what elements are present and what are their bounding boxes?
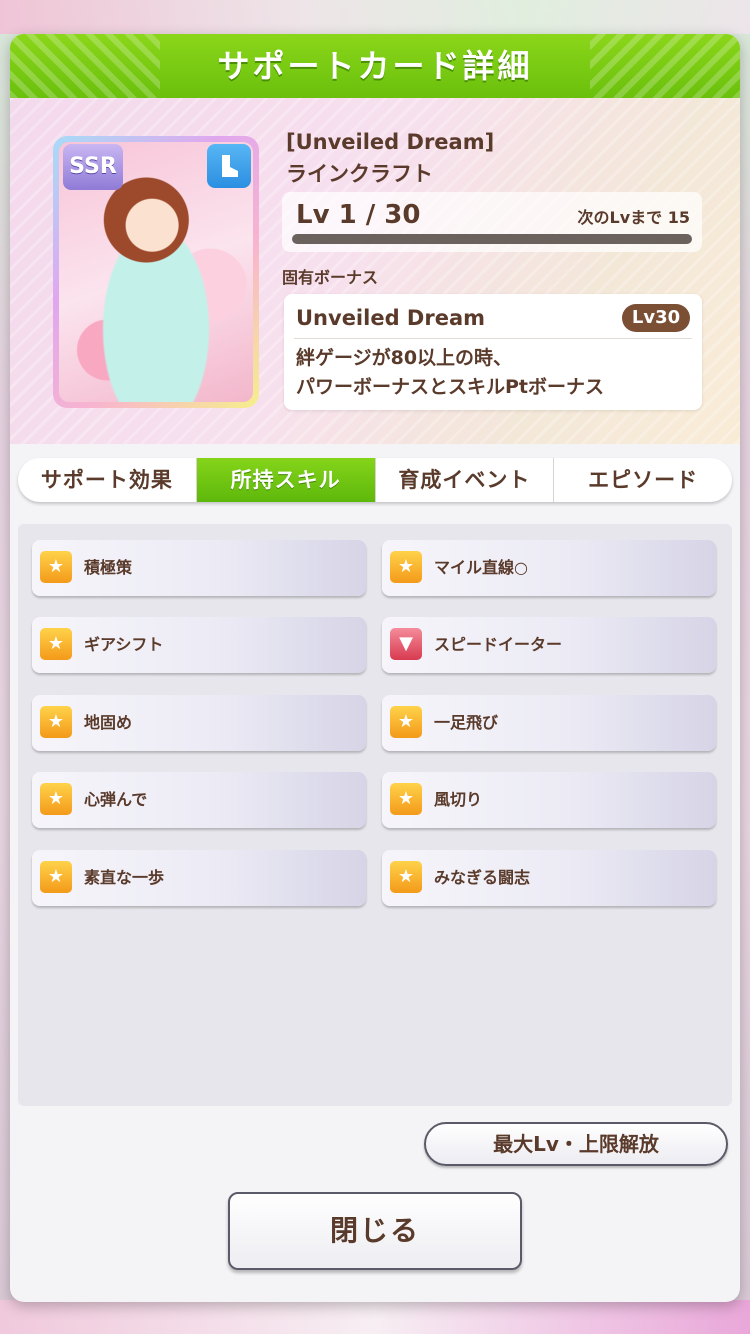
background-screen-bottom: [0, 1300, 750, 1334]
gold-skill-icon: ★: [40, 783, 72, 815]
red-debuff-skill-icon: ▼: [390, 628, 422, 660]
gold-skill-icon: ★: [390, 783, 422, 815]
support-card-detail-dialog: サポートカード詳細 SSR [Unveiled Dream] ラインクラフト L…: [10, 34, 740, 1302]
background-screen: [0, 0, 750, 34]
detail-tabs: サポート効果 所持スキル 育成イベント エピソード: [18, 458, 732, 502]
gold-skill-icon: ★: [40, 628, 72, 660]
card-summary: SSR [Unveiled Dream] ラインクラフト Lv 1 / 30 次…: [10, 98, 740, 444]
skill-item[interactable]: ▼ スピードイーター: [382, 617, 716, 673]
gold-skill-icon: ★: [390, 861, 422, 893]
skill-item[interactable]: ★ 素直な一歩: [32, 850, 366, 906]
unique-bonus-box: Unveiled Dream Lv30 絆ゲージが80以上の時、 パワーボーナス…: [284, 294, 702, 410]
rarity-badge: SSR: [63, 144, 123, 190]
skill-item[interactable]: ★ 地固め: [32, 695, 366, 751]
close-button[interactable]: 閉じる: [228, 1192, 522, 1270]
max-level-limit-break-button[interactable]: 最大Lv・上限解放: [424, 1122, 728, 1166]
skill-item[interactable]: ★ みなぎる闘志: [382, 850, 716, 906]
shoe-icon: [207, 144, 251, 188]
next-level-text: 次のLvまで 15: [577, 208, 690, 227]
tab-training-events[interactable]: 育成イベント: [376, 458, 555, 502]
gold-skill-icon: ★: [390, 706, 422, 738]
tab-episode[interactable]: エピソード: [554, 458, 732, 502]
skills-list: ★ 積極策 ★ マイル直線○ ★ ギアシフト ▼ スピードイーター ★ 地固め …: [18, 524, 732, 1106]
unique-bonus-label: 固有ボーナス: [282, 268, 379, 287]
level-box: Lv 1 / 30 次のLvまで 15: [282, 192, 702, 252]
skill-item[interactable]: ★ 心弾んで: [32, 772, 366, 828]
skill-item[interactable]: ★ マイル直線○: [382, 540, 716, 596]
gold-skill-icon: ★: [40, 551, 72, 583]
gold-skill-icon: ★: [40, 861, 72, 893]
level-text: Lv 1 / 30: [296, 200, 421, 230]
card-image[interactable]: SSR: [53, 136, 259, 408]
skill-item[interactable]: ★ 積極策: [32, 540, 366, 596]
gold-skill-icon: ★: [390, 551, 422, 583]
unique-bonus-level-badge: Lv30: [622, 304, 690, 332]
gold-skill-icon: ★: [40, 706, 72, 738]
skill-item[interactable]: ★ 風切り: [382, 772, 716, 828]
level-progress-bar: [292, 234, 692, 244]
dialog-title: サポートカード詳細: [217, 47, 533, 85]
skill-item[interactable]: ★ 一足飛び: [382, 695, 716, 751]
card-title-en: [Unveiled Dream]: [286, 130, 495, 154]
dialog-header: サポートカード詳細: [10, 34, 740, 98]
unique-bonus-name: Unveiled Dream: [296, 306, 485, 330]
card-character-name: ラインクラフト: [286, 162, 433, 186]
tab-support-effect[interactable]: サポート効果: [18, 458, 197, 502]
tab-owned-skills[interactable]: 所持スキル: [196, 458, 376, 502]
unique-bonus-description: 絆ゲージが80以上の時、 パワーボーナスとスキルPtボーナス: [296, 347, 605, 398]
skill-item[interactable]: ★ ギアシフト: [32, 617, 366, 673]
